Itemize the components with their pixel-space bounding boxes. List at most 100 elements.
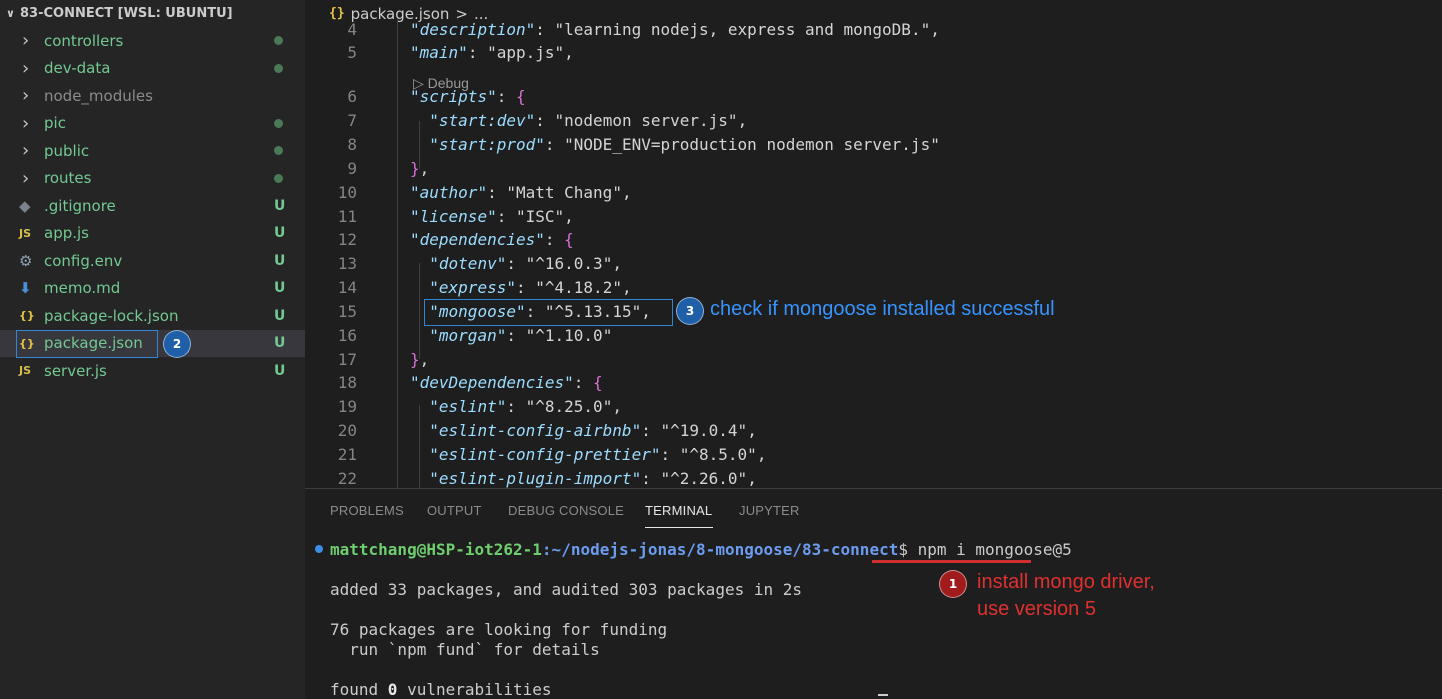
string-quote: " (612, 183, 622, 202)
code-text: "dependencies": { (410, 230, 574, 249)
line-number: 10 (337, 183, 357, 202)
code-line: 21 "eslint-config-prettier": "^8.5.0", (305, 445, 1442, 468)
json-key: start:dev (438, 111, 526, 130)
tree-item-public[interactable]: › public (0, 137, 305, 164)
explorer-title[interactable]: ∨ 83-CONNECT [WSL: UBUNTU] (0, 0, 305, 27)
line-number: 15 (337, 302, 357, 321)
tree-item-server-js[interactable]: JS server.js U (0, 357, 305, 384)
json-key-quote: " (496, 397, 507, 416)
json-key-quote: " (631, 469, 642, 488)
json-key-quote: " (429, 111, 439, 130)
string-quote: " (602, 397, 613, 416)
line-number: 19 (337, 397, 357, 416)
terminal-output-line: added 33 packages, and audited 303 packa… (330, 580, 803, 599)
tree-item-config-env[interactable]: ⚙ config.env U (0, 247, 305, 274)
code-line: 7 "start:dev": "nodemon server.js", (305, 111, 1442, 134)
json-value: ^1.10.0 (535, 326, 603, 345)
string-quote: " (660, 469, 671, 488)
json-value: learning nodejs, express and mongoDB. (564, 20, 921, 39)
git-status-dot (274, 118, 283, 128)
colon: : (506, 397, 526, 416)
chevron-down-icon: ∨ (6, 7, 15, 20)
tree-item-label: memo.md (44, 279, 121, 297)
terminal-cursor (878, 694, 888, 696)
colon: : (544, 230, 565, 249)
json-key: scripts (419, 87, 488, 106)
code-text: "eslint-config-airbnb": "^19.0.4", (410, 421, 757, 440)
tree-item-label: .gitignore (44, 196, 116, 215)
string-quote: " (602, 254, 613, 273)
tree-item-routes[interactable]: › routes (0, 165, 305, 192)
string-quote: " (525, 326, 536, 345)
tab-debug-console[interactable]: DEBUG CONSOLE (508, 503, 624, 518)
tab-jupyter[interactable]: JUPYTER (739, 503, 800, 518)
colon: : (506, 326, 526, 345)
json-key-quote: " (477, 183, 488, 202)
tree-item-memo-md[interactable]: ⬇ memo.md U (0, 275, 305, 302)
trailing-comma: , (621, 183, 632, 202)
terminal-output-line: 76 packages are looking for funding (330, 620, 668, 639)
json-key-quote: " (410, 207, 420, 226)
line-number: 5 (347, 43, 357, 62)
json-key-quote: " (506, 278, 516, 297)
tab-problems[interactable]: PROBLEMS (330, 503, 404, 518)
json-key-quote: " (429, 397, 439, 416)
string-quote: " (564, 135, 574, 154)
code-text: "description": "learning nodejs, express… (410, 20, 940, 39)
tree-item-label: controllers (44, 31, 124, 50)
tree-item-app-js[interactable]: JS app.js U (0, 220, 305, 247)
code-line: 8 "start:prod": "NODE_ENV=production nod… (305, 135, 1442, 158)
code-editor[interactable]: ▷ Debug 4 "description": "learning nodejs… (305, 18, 1442, 488)
code-line: 16 "morgan": "^1.10.0" (305, 326, 1442, 349)
colon: : (506, 254, 526, 273)
chevron-right-icon: › (22, 112, 30, 134)
line-number: 11 (337, 207, 357, 226)
tree-item-label: dev-data (44, 59, 111, 77)
code-text: "start:prod": "NODE_ENV=production nodem… (410, 135, 940, 154)
json-key-quote: " (429, 135, 439, 154)
tree-item-pic[interactable]: › pic (0, 110, 305, 137)
line-number: 9 (347, 159, 357, 178)
code-line: 19 "eslint": "^8.25.0", (305, 397, 1442, 420)
json-file-icon: {} (19, 309, 35, 322)
json-value: ^19.0.4 (670, 421, 738, 440)
tree-item-label: pic (44, 114, 66, 132)
tab-terminal[interactable]: TERMINAL (645, 503, 712, 518)
code-line: 12 "dependencies": { (305, 230, 1442, 253)
json-key-quote: " (429, 254, 439, 273)
tree-item-gitignore[interactable]: ◆ .gitignore U (0, 192, 305, 219)
terminal-prompt-line[interactable]: mattchang@HSP-iot262-1:~/nodejs-jonas/8-… (330, 540, 1072, 559)
tree-item-dev-data[interactable]: › dev-data (0, 55, 305, 82)
string-quote: " (554, 207, 565, 226)
colon: : (535, 111, 555, 130)
code-text: "eslint-plugin-import": "^2.26.0", (410, 469, 757, 488)
json-key: morgan (438, 326, 497, 345)
json-key: description (419, 20, 526, 39)
terminal-output-line: found 0 vulnerabilities (330, 680, 552, 699)
line-number: 20 (337, 421, 357, 440)
code-line: 5 "main": "app.js", (305, 43, 1442, 66)
json-value: ^8.25.0 (535, 397, 603, 416)
trailing-comma: , (930, 20, 940, 39)
code-line: 11 "license": "ISC", (305, 207, 1442, 230)
tree-item-label: routes (44, 169, 92, 187)
tree-item-node-modules[interactable]: › node_modules (0, 82, 305, 109)
json-key: author (419, 183, 478, 202)
string-quote: " (679, 445, 690, 464)
trailing-comma: , (419, 350, 430, 369)
line-number: 22 (337, 469, 357, 488)
json-key: dependencies (419, 230, 536, 249)
code-text: "morgan": "^1.10.0" (410, 326, 612, 345)
tree-item-controllers[interactable]: › controllers (0, 27, 305, 54)
colon: : (641, 469, 661, 488)
trailing-comma: , (419, 159, 430, 178)
tree-item-package-lock-json[interactable]: {} package-lock.json U (0, 302, 305, 329)
colon: : (496, 87, 516, 106)
markdown-arrow-icon: ⬇ (19, 279, 32, 297)
tab-output[interactable]: OUTPUT (427, 503, 482, 518)
json-value: ^16.0.3 (535, 254, 603, 273)
json-value: ^2.26.0 (670, 469, 738, 488)
json-key-quote: " (496, 326, 507, 345)
colon: : (515, 278, 536, 297)
line-number: 7 (347, 111, 357, 130)
